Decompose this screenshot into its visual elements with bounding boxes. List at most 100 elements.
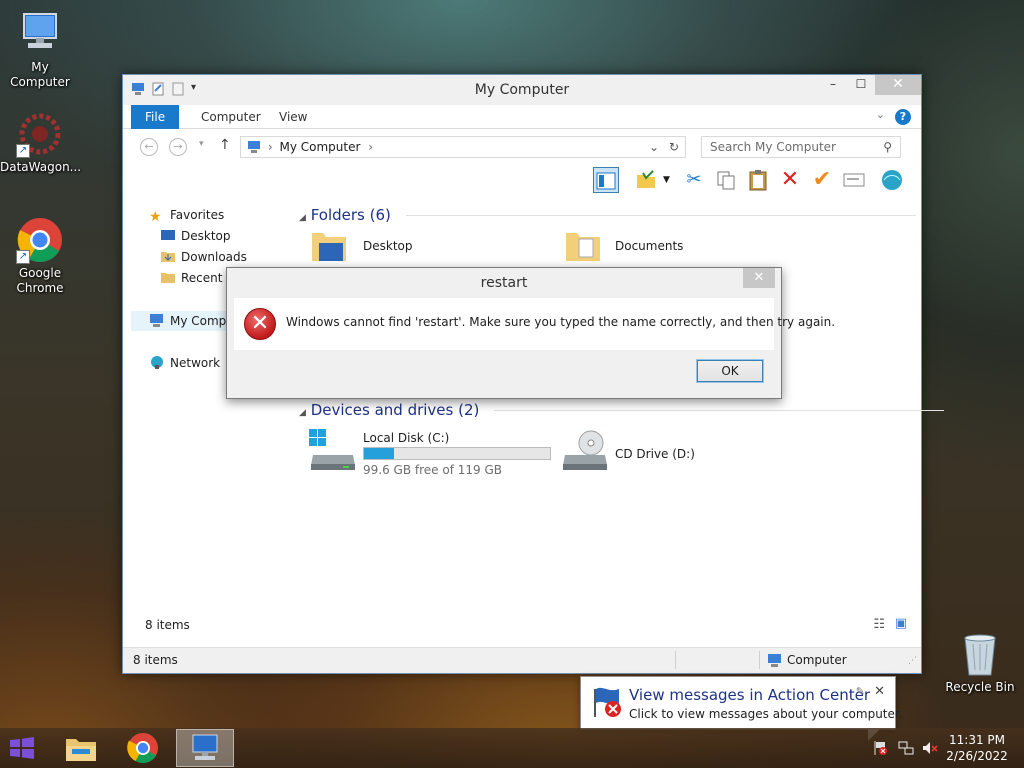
search-input[interactable]: Search My Computer ⚲ (701, 136, 901, 158)
desktop-folder-icon (160, 228, 176, 242)
computer-small-icon (149, 313, 165, 327)
desktop-icon-chrome[interactable]: ↗ Google Chrome (0, 216, 80, 296)
copy-icon[interactable] (713, 167, 739, 193)
preview-pane-icon[interactable] (593, 167, 619, 193)
file-explorer-icon (66, 739, 96, 761)
maximize-button[interactable]: ☐ (847, 75, 875, 95)
drive-label: Local Disk (C:) (363, 431, 450, 445)
taskbar: 11:31 PM 2/26/2022 (0, 728, 1024, 768)
network-tray-icon[interactable] (898, 740, 914, 759)
checkmark-icon[interactable]: ✔ (809, 167, 835, 193)
desktop-icon-recycle-bin[interactable]: Recycle Bin (940, 630, 1020, 694)
tab-file[interactable]: File (131, 105, 180, 129)
error-icon: ✕ (244, 308, 276, 340)
taskbar-my-computer[interactable] (176, 729, 234, 767)
toolbar: ▼ ✂ ✕ ✔ (123, 163, 921, 199)
action-center-notification[interactable]: View messages in Action Center Click to … (580, 676, 903, 730)
forward-button[interactable]: → (169, 138, 187, 156)
refresh-icon[interactable]: ↻ (669, 137, 679, 157)
nav-item-label: Favorites (170, 208, 225, 222)
desktop-icon-my-computer[interactable]: My Computer (0, 10, 80, 90)
drive-cd[interactable]: CD Drive (D:) (561, 429, 761, 475)
volume-muted-tray-icon[interactable] (922, 740, 938, 759)
tab-computer[interactable]: Computer (187, 105, 275, 129)
nav-item-label: Network (170, 356, 221, 370)
nav-item-downloads[interactable]: Downloads (160, 247, 247, 267)
start-button[interactable] (8, 736, 40, 760)
desktop-icon-label: My Computer (10, 60, 70, 89)
help-icon[interactable]: ? (895, 109, 911, 125)
folder-desktop[interactable]: Desktop (311, 231, 511, 261)
tab-view[interactable]: View (265, 105, 321, 129)
action-center-flag-icon (591, 685, 623, 717)
minimize-button[interactable]: – (819, 75, 847, 95)
network-icon (149, 355, 165, 369)
taskbar-clock[interactable]: 11:31 PM 2/26/2022 (942, 732, 1012, 764)
computer-small-icon (767, 653, 783, 670)
devices-group-header[interactable]: ◢ Devices and drives (2) (299, 401, 945, 419)
window-titlebar[interactable]: ▾ My Computer – ☐ ✕ (123, 75, 921, 105)
collapse-arrow-icon: ◢ (299, 408, 306, 418)
cut-icon[interactable]: ✂ (681, 167, 707, 193)
drive-local-disk[interactable]: Local Disk (C:) 99.6 GB free of 119 GB (309, 429, 559, 477)
computer-small-icon (248, 141, 260, 153)
group-header-label: Devices and drives (2) (310, 401, 480, 419)
dialog-close-button[interactable]: ✕ (743, 268, 775, 288)
taskbar-chrome[interactable] (114, 729, 172, 767)
folders-group-header[interactable]: ◢ Folders (6) (299, 206, 916, 224)
nav-item-label: Downloads (181, 250, 247, 264)
pin-icon[interactable]: ✎ (856, 685, 865, 698)
folder-documents[interactable]: Documents (565, 231, 765, 261)
taskbar-file-explorer[interactable] (52, 729, 110, 767)
desktop-folder-icon (311, 231, 347, 261)
address-dropdown-icon[interactable]: ⌄ (649, 137, 659, 157)
desktop-icon-label: Google Chrome (16, 266, 64, 295)
collapse-arrow-icon: ◢ (299, 213, 306, 223)
resize-grip-icon[interactable]: ⋰ (908, 656, 917, 666)
ok-button[interactable]: OK (696, 359, 764, 383)
large-icons-view-icon[interactable]: ▣ (895, 616, 907, 631)
folder-label: Documents (615, 239, 684, 253)
item-count: 8 items (145, 618, 190, 632)
drive-label: CD Drive (D:) (615, 447, 695, 461)
nav-item-network[interactable]: Network (149, 353, 220, 373)
notification-close-button[interactable]: ✕ (874, 684, 885, 699)
address-bar-row: ← → ▾ ↑ › My Computer › ⌄ ↻ Search My Co… (123, 129, 921, 163)
shortcut-arrow-icon: ↗ (16, 144, 30, 158)
close-button[interactable]: ✕ (875, 75, 921, 95)
paste-icon[interactable] (745, 167, 771, 193)
dialog-message: Windows cannot find 'restart'. Make sure… (286, 315, 836, 329)
nav-item-recent[interactable]: Recent p (160, 268, 234, 288)
action-center-tray-icon[interactable] (872, 740, 888, 759)
dialog-body: ✕ Windows cannot find 'restart'. Make su… (234, 298, 835, 350)
folder-label: Desktop (363, 239, 413, 253)
details-view-icon[interactable]: ☷ (873, 617, 885, 632)
downloads-folder-icon (160, 249, 176, 263)
error-dialog: restart ✕ ✕ Windows cannot find 'restart… (226, 267, 835, 399)
rename-icon[interactable] (841, 167, 867, 193)
back-button[interactable]: ← (140, 138, 158, 156)
drive-usage-bar (363, 447, 551, 460)
search-icon: ⚲ (883, 140, 892, 154)
content-pane: ◢ Folders (6) Desktop Documents ◢ Device… (299, 199, 945, 619)
nav-item-desktop[interactable]: Desktop (160, 226, 231, 246)
documents-folder-icon (565, 231, 601, 261)
star-icon: ★ (149, 209, 162, 225)
cd-drive-icon (561, 429, 609, 476)
address-input[interactable]: › My Computer › ⌄ ↻ (240, 136, 686, 158)
folder-options-dropdown-icon[interactable]: ▼ (663, 175, 670, 185)
desktop-icon-label: Recycle Bin (945, 680, 1015, 694)
recent-places-icon (160, 270, 176, 284)
windows-logo-icon (10, 737, 34, 759)
breadcrumb[interactable]: My Computer (279, 140, 360, 154)
network-globe-icon[interactable] (879, 167, 905, 193)
nav-item-favorites[interactable]: ★ Favorites (149, 205, 224, 225)
up-arrow-icon[interactable]: ↑ (219, 137, 231, 153)
folder-options-icon[interactable] (633, 167, 659, 193)
expand-ribbon-icon[interactable]: ⌄ (876, 108, 885, 121)
recent-locations-icon[interactable]: ▾ (199, 139, 204, 149)
clock-date: 2/26/2022 (946, 749, 1008, 763)
delete-icon[interactable]: ✕ (777, 167, 803, 193)
clock-time: 11:31 PM (949, 733, 1005, 747)
desktop-icon-datawagon[interactable]: ↗ DataWagon... (0, 110, 81, 175)
